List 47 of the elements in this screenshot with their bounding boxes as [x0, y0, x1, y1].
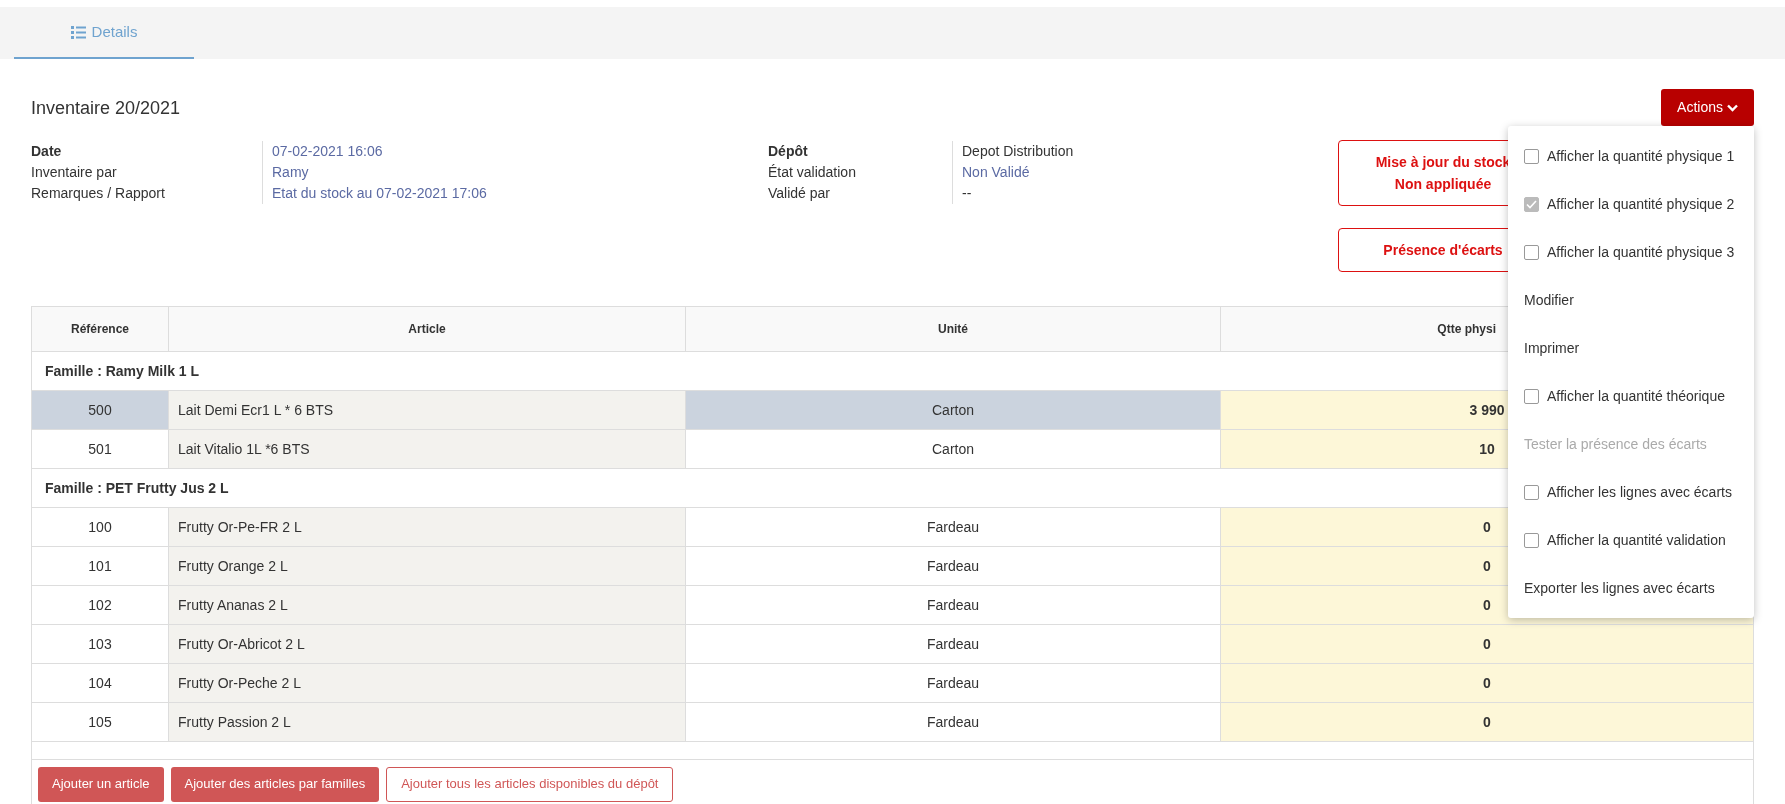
field-label: Date — [31, 142, 63, 161]
table-cell: Frutty Orange 2 L — [169, 547, 686, 585]
field-label: Remarques / Rapport — [31, 184, 166, 203]
menu-item-label: Afficher les lignes avec écarts — [1547, 482, 1732, 502]
checkbox[interactable] — [1524, 484, 1539, 500]
table-cell: Frutty Ananas 2 L — [169, 586, 686, 624]
table-cell: Frutty Or-Abricot 2 L — [169, 625, 686, 663]
table-cell: Lait Vitalio 1L *6 BTS — [169, 430, 686, 468]
add-button[interactable]: Ajouter des articles par familles — [170, 766, 380, 802]
table-cell: 0 — [1221, 703, 1753, 741]
field-value: -- — [962, 184, 973, 203]
field-value: Etat du stock au 07-02-2021 17:06 — [272, 184, 487, 203]
checkbox[interactable] — [1524, 244, 1539, 260]
field-label: État validation — [768, 163, 857, 182]
checkbox[interactable] — [1524, 148, 1539, 164]
field-value: Depot Distribution — [962, 142, 1074, 161]
add-button[interactable]: Ajouter un article — [38, 766, 164, 802]
checkbox[interactable] — [1524, 532, 1539, 548]
menu-item-label: Afficher la quantité physique 2 — [1547, 194, 1735, 214]
field-value: 07-02-2021 16:06 — [272, 142, 384, 161]
field-label: Inventaire par — [31, 163, 118, 182]
list-icon — [70, 25, 86, 39]
table-cell: 0 — [1221, 625, 1753, 663]
table-cell: Frutty Or-Peche 2 L — [169, 664, 686, 702]
actions-button[interactable]: Actions — [1661, 89, 1754, 126]
menu-item-label: Afficher la quantité physique 1 — [1547, 146, 1735, 166]
table-cell: 0 — [1221, 664, 1753, 702]
field-value: Ramy — [272, 163, 310, 182]
checkbox[interactable] — [1524, 196, 1539, 212]
check-icon — [1526, 199, 1537, 209]
field-value: Non Validé — [962, 163, 1031, 182]
table-cell: Frutty Or-Pe-FR 2 L — [169, 508, 686, 546]
column-header: Unité — [686, 307, 1221, 351]
field-label: Dépôt — [768, 142, 809, 161]
table-cell: Carton — [686, 391, 1221, 429]
add-button[interactable]: Ajouter tous les articles disponibles du dépôt — [386, 766, 674, 802]
checkbox[interactable] — [1524, 388, 1539, 404]
column-header: Article — [169, 307, 686, 351]
page-title: Inventaire 20/2021 — [31, 97, 182, 120]
field-label: Validé par — [768, 184, 831, 203]
menu-item-label: Afficher la quantité physique 3 — [1547, 242, 1735, 262]
table-cell: Frutty Passion 2 L — [169, 703, 686, 741]
chevron-down-icon — [1727, 103, 1738, 112]
table-cell: 500 — [32, 391, 169, 429]
column-header: Référence — [32, 307, 169, 351]
menu-item[interactable]: Modifier — [1508, 276, 1754, 324]
table-cell: Lait Demi Ecr1 L * 6 BTS — [169, 391, 686, 429]
